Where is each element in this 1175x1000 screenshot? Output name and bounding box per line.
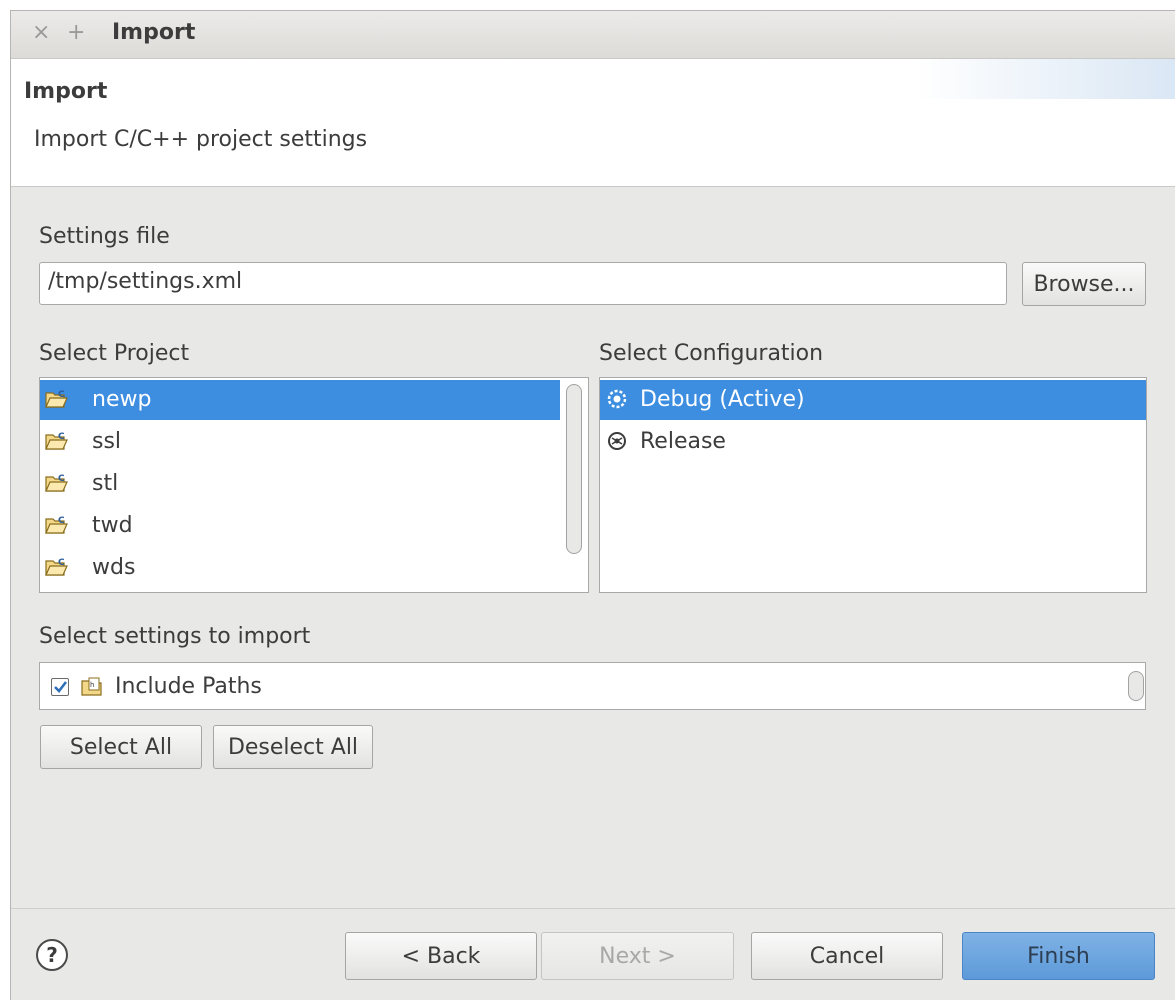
project-item-label: newp: [92, 387, 152, 412]
select-configuration-label: Select Configuration: [599, 341, 824, 366]
settings-to-import-list[interactable]: h Include Paths: [39, 662, 1146, 710]
help-icon[interactable]: ?: [36, 939, 68, 971]
settings-to-import-label: Select settings to import: [39, 624, 311, 649]
project-list-scrollbar[interactable]: [566, 384, 582, 554]
c-project-folder-icon: C: [44, 388, 68, 416]
project-list[interactable]: C newp C ssl C stl C twd C wds: [39, 377, 589, 593]
project-item-stl[interactable]: C stl: [40, 464, 560, 504]
settings-file-label: Settings file: [39, 224, 170, 249]
project-item-ssl[interactable]: C ssl: [40, 422, 560, 462]
banner-description: Import C/C++ project settings: [34, 127, 368, 152]
svg-text:C: C: [58, 558, 65, 568]
build-config-icon: [606, 430, 628, 458]
c-project-folder-icon: C: [44, 514, 68, 542]
deselect-all-button[interactable]: Deselect All: [213, 725, 373, 769]
c-project-folder-icon: C: [44, 472, 68, 500]
project-item-newp[interactable]: C newp: [40, 380, 560, 420]
banner-title: Import: [24, 79, 108, 104]
browse-button[interactable]: Browse...: [1022, 262, 1146, 306]
include-paths-icon: h: [80, 675, 104, 703]
window-title: Import: [112, 20, 196, 45]
project-item-label: wds: [92, 555, 136, 580]
add-icon[interactable]: +: [67, 20, 85, 45]
settings-list-scrollbar[interactable]: [1128, 671, 1144, 701]
svg-text:C: C: [58, 390, 65, 400]
svg-text:C: C: [58, 474, 65, 484]
configuration-list[interactable]: Debug (Active) Release: [599, 377, 1147, 593]
configuration-item-label: Debug (Active): [640, 387, 805, 412]
include-paths-checkbox[interactable]: [51, 678, 69, 696]
project-item-label: stl: [92, 471, 119, 496]
c-project-folder-icon: C: [44, 556, 68, 584]
project-item-wds[interactable]: C wds: [40, 548, 560, 588]
close-icon[interactable]: ×: [32, 20, 50, 45]
title-bar: × + Import: [11, 11, 1175, 59]
configuration-item-label: Release: [640, 429, 726, 454]
svg-text:h: h: [90, 681, 94, 689]
c-project-folder-icon: C: [44, 430, 68, 458]
settings-file-input[interactable]: /tmp/settings.xml: [39, 262, 1007, 305]
configuration-item-debug[interactable]: Debug (Active): [600, 380, 1146, 420]
settings-item-label: Include Paths: [115, 674, 262, 699]
finish-button[interactable]: Finish: [962, 932, 1155, 980]
project-item-label: ssl: [92, 429, 122, 454]
settings-item-include-paths[interactable]: h Include Paths: [40, 667, 1110, 707]
configuration-item-release[interactable]: Release: [600, 422, 1146, 462]
project-item-twd[interactable]: C twd: [40, 506, 560, 546]
import-dialog: × + Import Import Import C/C++ project s…: [10, 10, 1175, 1000]
back-button[interactable]: < Back: [345, 932, 537, 980]
svg-text:C: C: [58, 432, 65, 442]
banner-decoration: [915, 59, 1175, 99]
select-all-button[interactable]: Select All: [40, 725, 202, 769]
project-item-label: twd: [92, 513, 133, 538]
footer-separator: [11, 908, 1175, 909]
cancel-button[interactable]: Cancel: [751, 932, 943, 980]
svg-text:C: C: [58, 516, 65, 526]
next-button[interactable]: Next >: [541, 932, 734, 980]
build-config-icon: [606, 388, 628, 416]
wizard-banner: Import Import C/C++ project settings: [11, 59, 1175, 187]
select-project-label: Select Project: [39, 341, 190, 366]
